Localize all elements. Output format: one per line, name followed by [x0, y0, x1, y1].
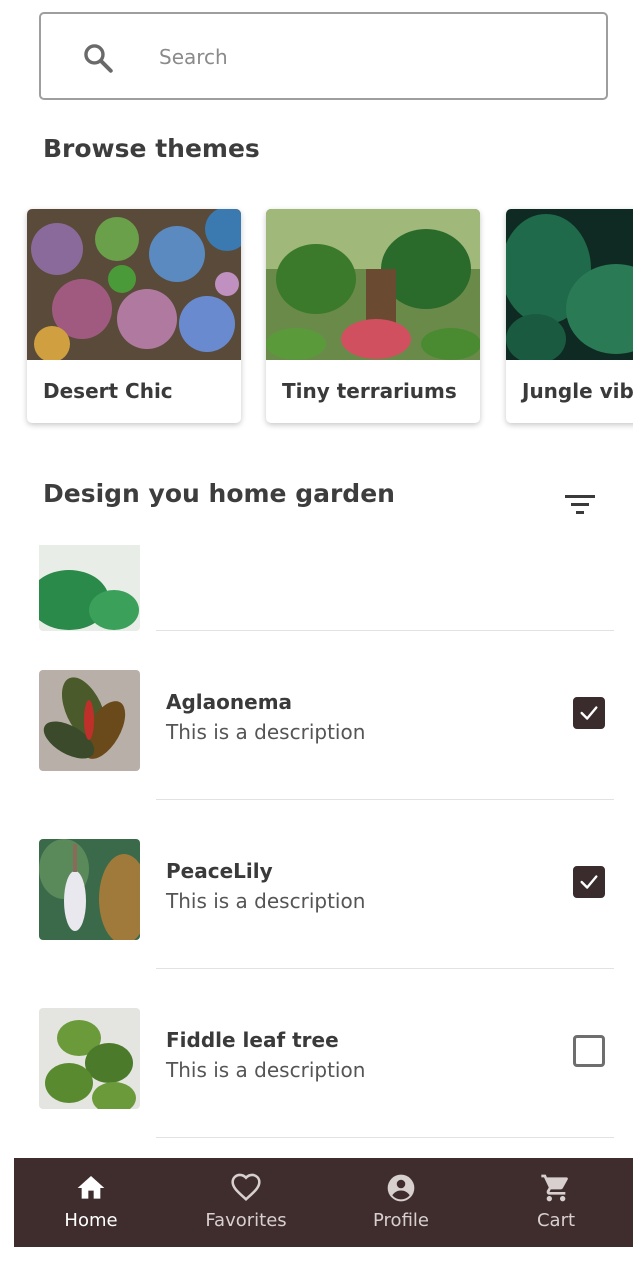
plant-checkbox[interactable] — [573, 1035, 605, 1067]
list-item[interactable] — [0, 545, 633, 631]
plant-thumbnail — [39, 545, 140, 631]
plant-thumbnail — [39, 1008, 140, 1109]
plant-name: Fiddle leaf tree — [166, 1028, 339, 1052]
home-icon — [77, 1176, 105, 1199]
themes-carousel[interactable]: Desert Chic Tiny terrariums Jungle vibes — [0, 200, 633, 435]
plant-description: This is a description — [166, 889, 366, 913]
nav-home[interactable]: Home — [14, 1158, 168, 1247]
theme-label: Jungle vibes — [522, 379, 633, 403]
nav-label: Favorites — [205, 1210, 287, 1231]
plant-name: Aglaonema — [166, 690, 293, 714]
plant-list[interactable]: Aglaonema This is a description PeaceLil… — [0, 545, 633, 1158]
browse-themes-heading: Browse themes — [43, 134, 260, 163]
account-circle-icon — [387, 1174, 415, 1202]
search-input[interactable] — [159, 38, 559, 76]
nav-profile[interactable]: Profile — [324, 1158, 478, 1247]
cart-icon — [541, 1174, 568, 1202]
nav-favorites[interactable]: Favorites — [169, 1158, 323, 1247]
plant-name: PeaceLily — [166, 859, 273, 883]
theme-card-tiny-terrariums[interactable]: Tiny terrariums — [266, 209, 480, 423]
check-icon — [580, 706, 598, 720]
filter-icon[interactable] — [562, 490, 598, 520]
plant-checkbox[interactable] — [573, 866, 605, 898]
design-garden-heading: Design you home garden — [43, 479, 395, 508]
jungle-vibes-image — [506, 209, 633, 360]
nav-cart[interactable]: Cart — [479, 1158, 633, 1247]
plant-checkbox[interactable] — [573, 697, 605, 729]
list-item[interactable]: Aglaonema This is a description — [0, 631, 633, 800]
theme-card-jungle-vibes[interactable]: Jungle vibes — [506, 209, 633, 423]
theme-card-desert-chic[interactable]: Desert Chic — [27, 209, 241, 423]
nav-label: Home — [64, 1210, 118, 1231]
plant-description: This is a description — [166, 1058, 366, 1082]
bottom-navigation: Home Favorites Profile Cart — [14, 1158, 633, 1247]
plant-thumbnail — [39, 670, 140, 771]
plant-description: This is a description — [166, 720, 366, 744]
nav-label: Profile — [373, 1210, 429, 1231]
desert-chic-image — [27, 209, 241, 360]
tiny-terrariums-image — [266, 209, 480, 360]
list-item[interactable]: PeaceLily This is a description — [0, 800, 633, 969]
list-item[interactable]: Fiddle leaf tree This is a description — [0, 969, 633, 1138]
nav-label: Cart — [536, 1210, 576, 1231]
search-icon — [84, 44, 113, 73]
row-divider — [156, 1137, 614, 1138]
theme-label: Tiny terrariums — [282, 379, 457, 403]
theme-label: Desert Chic — [43, 379, 173, 403]
heart-icon — [231, 1173, 261, 1202]
search-bar[interactable] — [39, 12, 608, 100]
check-icon — [580, 875, 598, 889]
plant-thumbnail — [39, 839, 140, 940]
